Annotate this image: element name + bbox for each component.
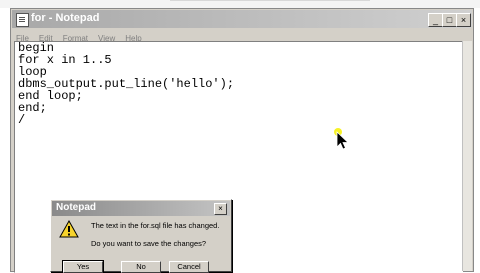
warning-icon [59, 220, 79, 238]
background-strip [0, 0, 480, 8]
vertical-scrollbar[interactable] [462, 41, 472, 271]
dialog-message-line2: Do you want to save the changes? [91, 239, 207, 248]
code-line: for x in 1..5 [18, 53, 112, 67]
window-title: for - Notepad [31, 12, 100, 24]
yes-button[interactable]: Yes [62, 260, 104, 273]
no-button[interactable]: No [121, 261, 161, 273]
minimize-button[interactable]: _ [428, 13, 443, 27]
blurred-text [170, 0, 370, 1]
dialog-title: Notepad [56, 202, 96, 213]
mouse-cursor-icon [334, 128, 349, 150]
notepad-app-icon[interactable] [16, 13, 29, 27]
code-line: end; [18, 101, 47, 115]
code-line: / [18, 113, 26, 127]
code-line: end loop; [18, 89, 83, 103]
dialog-close-button[interactable]: × [214, 203, 227, 215]
menu-bar: File Edit Format View Help [12, 28, 472, 43]
cancel-button[interactable]: Cancel [169, 261, 209, 273]
close-button[interactable]: × [456, 13, 471, 27]
code-text: begin for x in 1..5 loop dbms_output.put… [18, 42, 234, 126]
dialog-message-line1: The text in the for.sql file has changed… [91, 221, 220, 230]
dialog-title-bar[interactable]: Notepad × [52, 201, 230, 216]
maximize-button[interactable]: □ [442, 13, 457, 27]
save-changes-dialog: Notepad × The text in the for.sql file h… [50, 199, 232, 273]
title-bar[interactable]: for - Notepad _ □ × [12, 10, 472, 28]
